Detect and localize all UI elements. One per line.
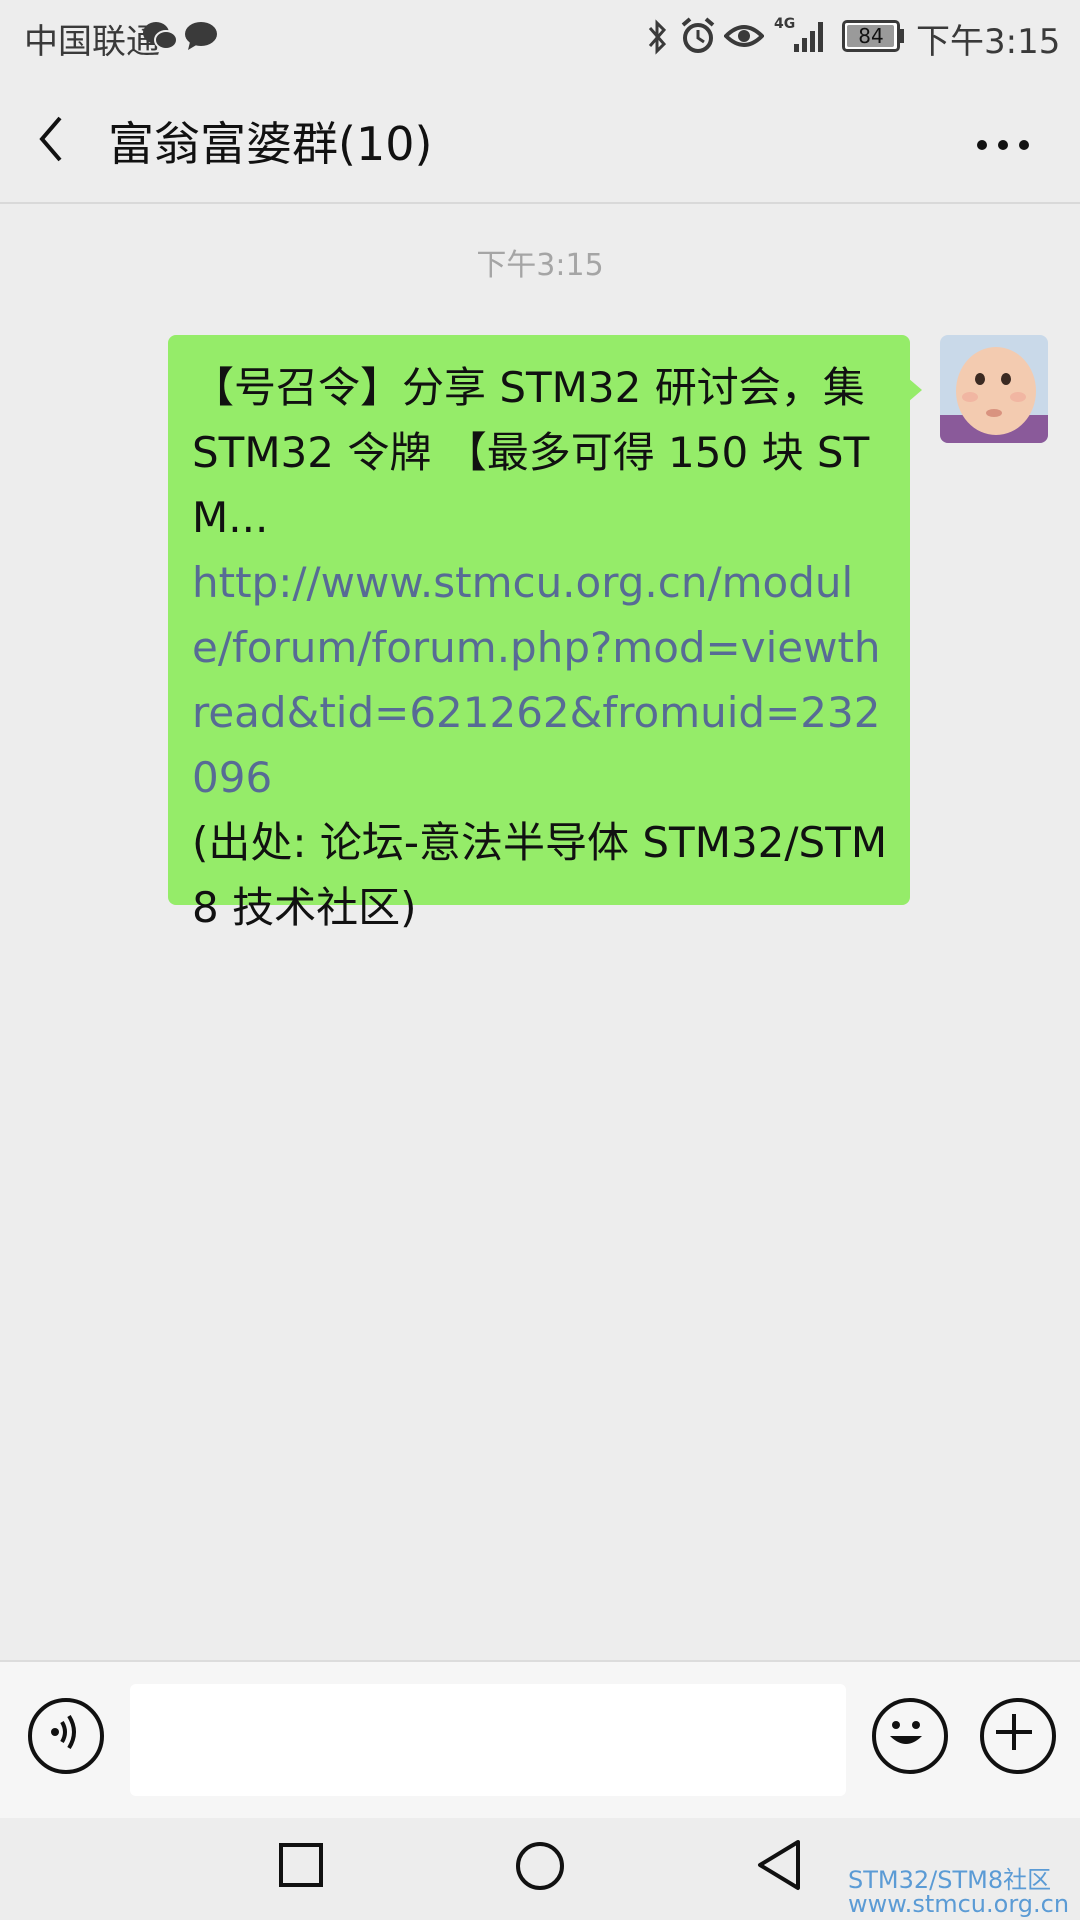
message-icon bbox=[184, 20, 218, 56]
battery-icon: 84 bbox=[842, 20, 900, 52]
voice-icon[interactable] bbox=[28, 1698, 104, 1774]
battery-tip bbox=[900, 29, 904, 43]
wechat-icon bbox=[142, 20, 178, 56]
status-time: 下午3:15 bbox=[916, 22, 1061, 62]
more-dots-icon[interactable] bbox=[976, 136, 1030, 155]
message-text-main: 【号召令】分享 STM32 研讨会，集 STM32 令牌 【最多可得 150 块… bbox=[192, 363, 870, 542]
chevron-left-icon[interactable] bbox=[36, 114, 66, 168]
message-text: 【号召令】分享 STM32 研讨会，集 STM32 令牌 【最多可得 150 块… bbox=[192, 355, 892, 940]
chat-title: 富翁富婆群(10) bbox=[108, 117, 433, 171]
eye-icon bbox=[723, 22, 765, 54]
plus-icon[interactable] bbox=[980, 1698, 1056, 1774]
carrier-label: 中国联通 bbox=[24, 22, 160, 62]
signal-icon bbox=[792, 18, 828, 58]
bluetooth-icon bbox=[646, 18, 670, 60]
bubble-tail bbox=[908, 378, 922, 402]
message-link[interactable]: http://www.stmcu.org.cn/module/forum/for… bbox=[192, 558, 881, 802]
emoji-icon[interactable] bbox=[872, 1698, 948, 1774]
message-bubble[interactable]: 【号召令】分享 STM32 研讨会，集 STM32 令牌 【最多可得 150 块… bbox=[168, 335, 910, 932]
battery-level: 84 bbox=[858, 24, 884, 48]
back-icon[interactable] bbox=[756, 1838, 802, 1896]
recent-apps-icon[interactable] bbox=[278, 1842, 324, 1892]
home-icon[interactable] bbox=[514, 1840, 566, 1896]
message-input[interactable] bbox=[130, 1684, 846, 1796]
status-bar: 中国联通 4G 84 下午3:15 bbox=[0, 0, 1080, 78]
avatar[interactable] bbox=[940, 335, 1048, 443]
message-source: (出处: 论坛-意法半导体 STM32/STM8 技术社区) bbox=[192, 818, 888, 932]
chat-header: 富翁富婆群(10) bbox=[0, 78, 1080, 204]
watermark-line2: www.stmcu.org.cn bbox=[848, 1890, 1070, 1918]
message-timestamp: 下午3:15 bbox=[476, 248, 604, 283]
alarm-icon bbox=[680, 16, 716, 60]
input-bar bbox=[0, 1660, 1080, 1820]
